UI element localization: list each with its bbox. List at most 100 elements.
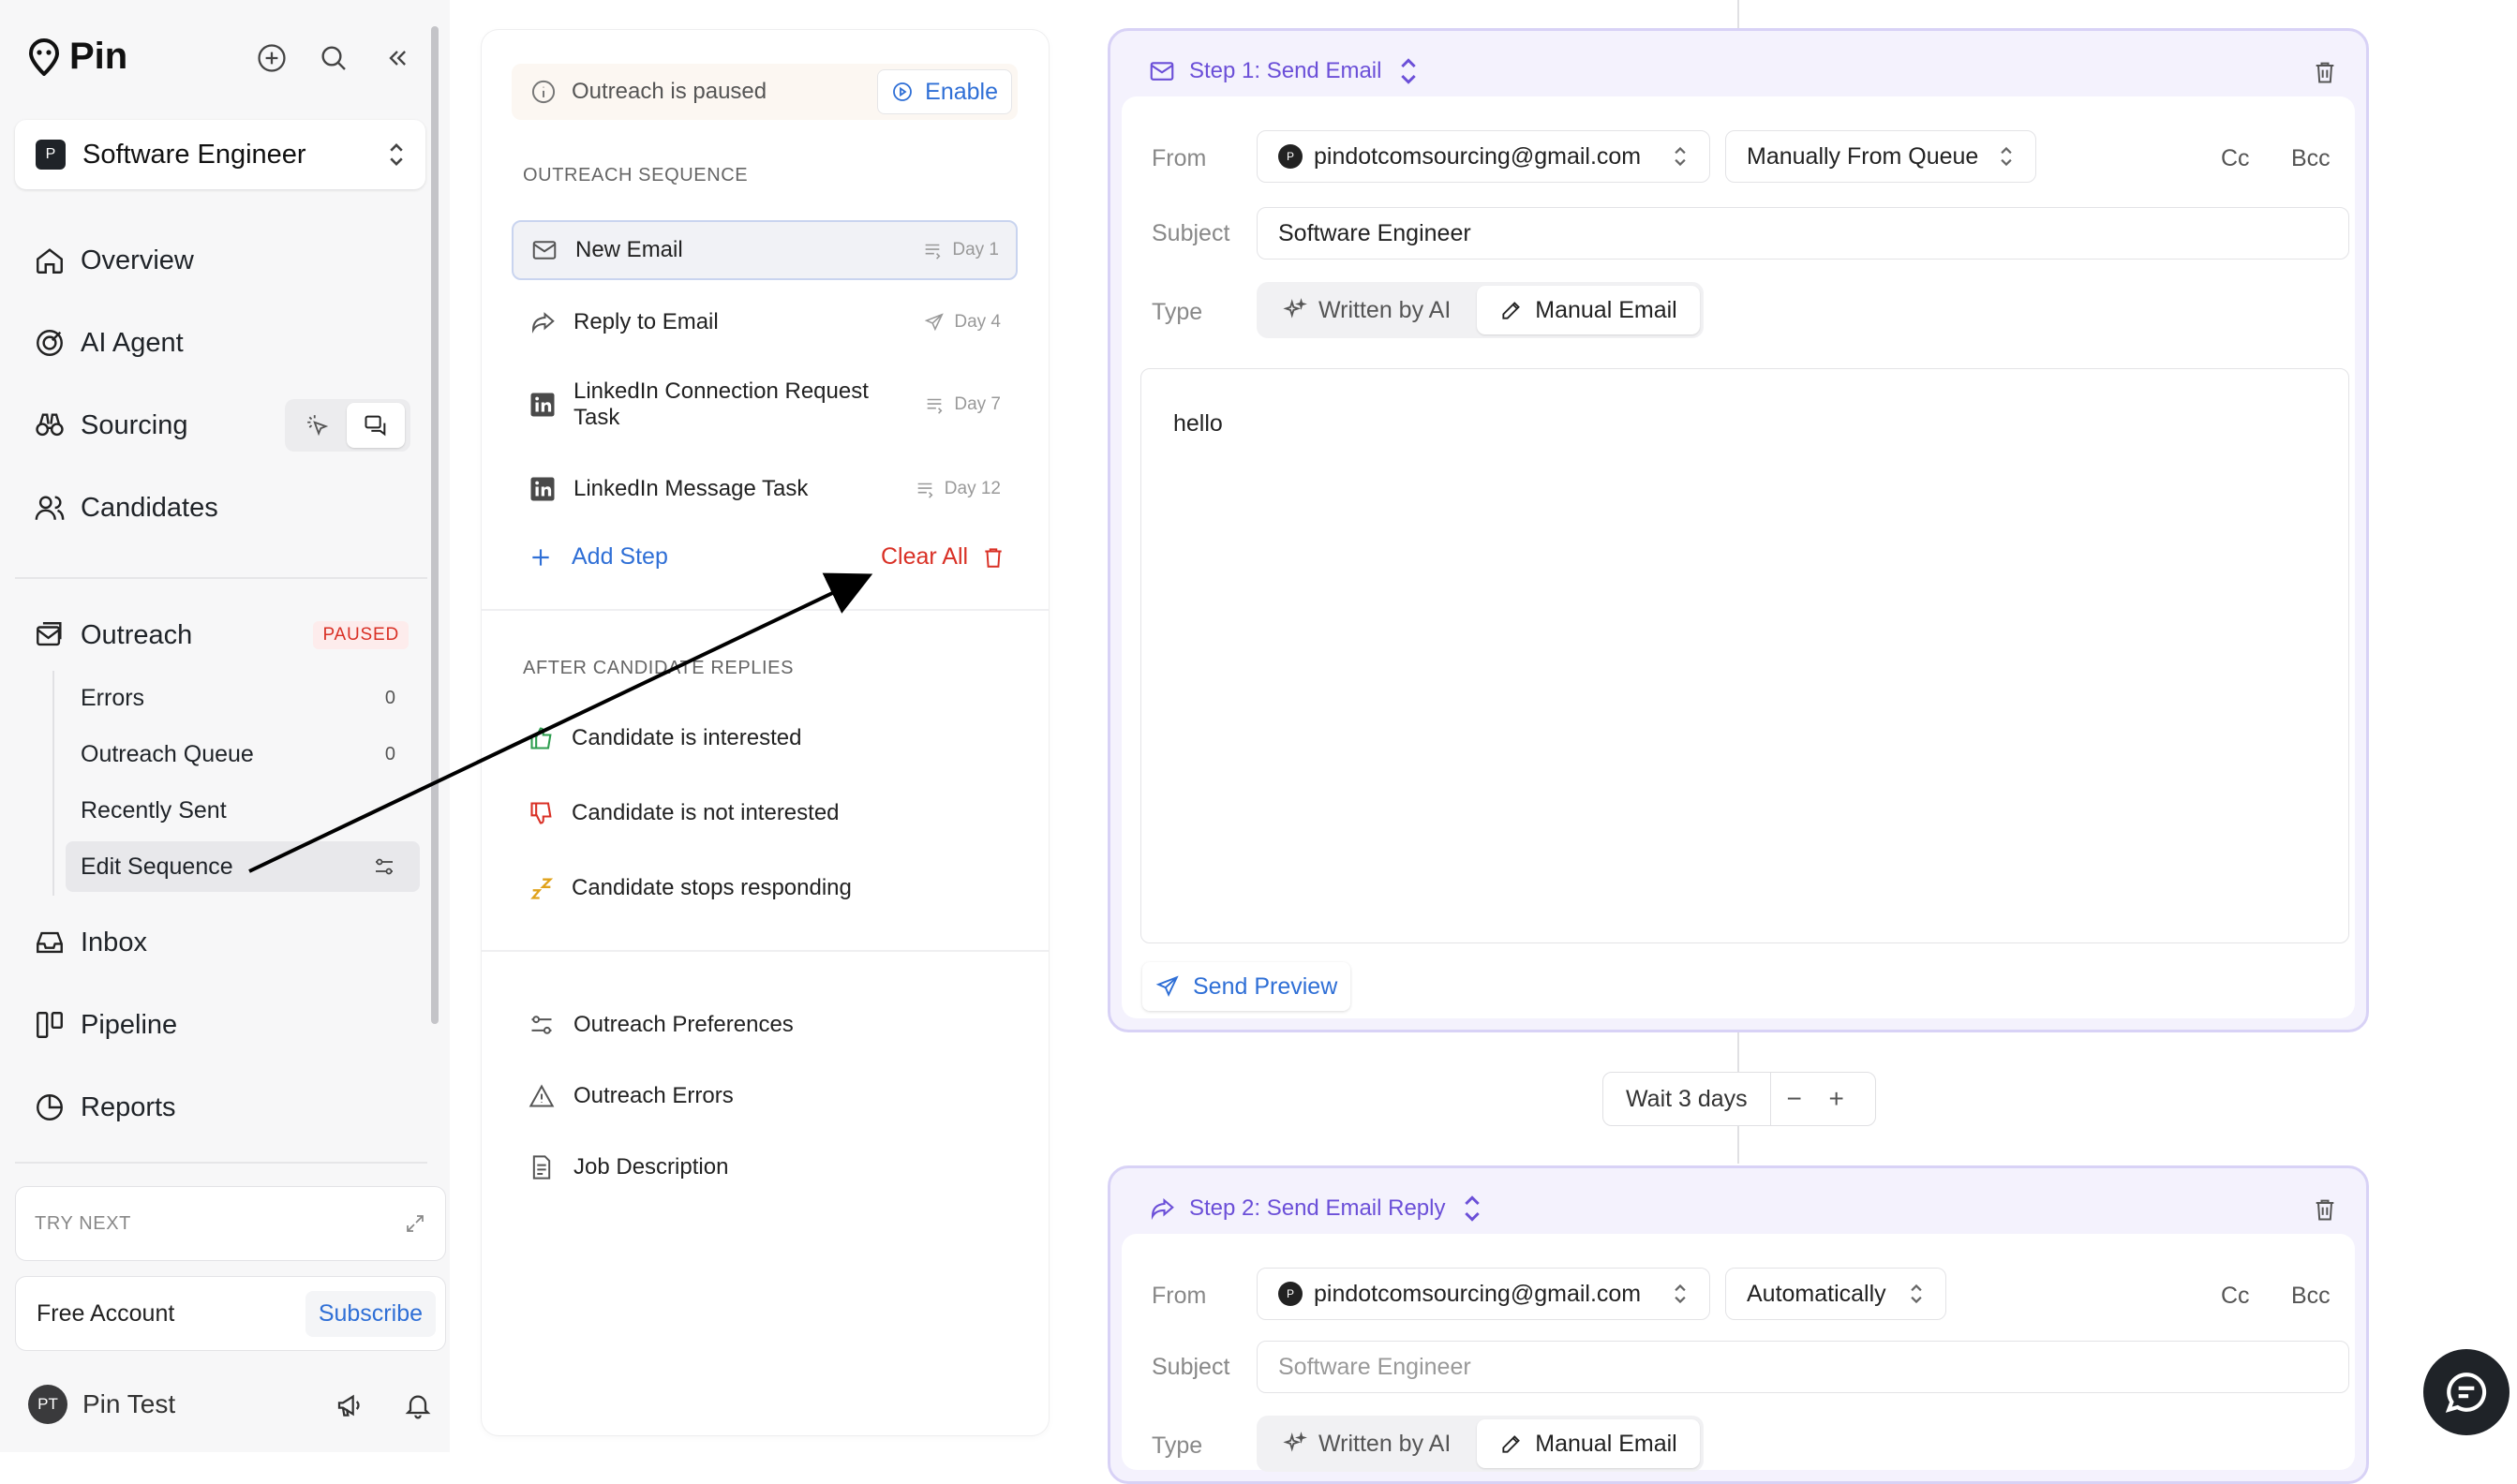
sidebar-scrollbar[interactable] xyxy=(431,26,439,1024)
decrease-wait-button[interactable]: − xyxy=(1771,1084,1818,1114)
sourcing-chat-mode-button[interactable] xyxy=(347,403,405,448)
step2-title: Step 2: Send Email Reply xyxy=(1189,1195,1446,1221)
type-label: Type xyxy=(1152,1432,1203,1459)
new-button[interactable] xyxy=(251,37,292,79)
bcc-button[interactable]: Bcc xyxy=(2291,1283,2331,1310)
subnav-edit-sequence[interactable]: Edit Sequence xyxy=(66,841,420,892)
reply-stops-responding[interactable]: Candidate stops responding xyxy=(529,875,852,901)
sequence-step[interactable]: LinkedIn Message Task Day 12 xyxy=(512,459,1018,519)
from-label: From xyxy=(1152,1283,1207,1309)
account-avatar: P xyxy=(1278,1282,1303,1306)
sequence-panel: Outreach is paused Enable OUTREACH SEQUE… xyxy=(482,30,1049,1435)
account-avatar: P xyxy=(1278,144,1303,169)
nav-ai-agent[interactable]: AI Agent xyxy=(34,317,184,369)
user-profile[interactable]: PT Pin Test xyxy=(28,1385,175,1424)
reply-icon xyxy=(1151,1197,1174,1221)
send-mode-select[interactable]: Automatically xyxy=(1725,1268,1946,1320)
increase-wait-button[interactable]: + xyxy=(1818,1084,1855,1114)
nav-candidates[interactable]: Candidates xyxy=(34,482,218,534)
delete-step-icon[interactable] xyxy=(2312,1196,2338,1223)
project-selector[interactable]: P Software Engineer xyxy=(15,120,425,189)
send-icon xyxy=(925,313,945,332)
plus-icon xyxy=(532,548,549,566)
sequence-step[interactable]: Reply to Email Day 4 xyxy=(512,292,1018,352)
notifications-button[interactable] xyxy=(397,1385,439,1426)
search-button[interactable] xyxy=(313,37,354,79)
step-label: New Email xyxy=(575,237,683,262)
step-label: LinkedIn Message Task xyxy=(573,476,809,501)
subnav-errors[interactable]: Errors 0 xyxy=(66,673,420,723)
nav-outreach[interactable]: Outreach PAUSED xyxy=(34,609,409,661)
written-by-ai-option[interactable]: Written by AI xyxy=(1260,286,1473,334)
reply-label: Candidate stops responding xyxy=(572,875,852,900)
subnav-label: Outreach Queue xyxy=(81,740,254,767)
chat-icon xyxy=(365,415,386,437)
util-label: Job Description xyxy=(573,1154,729,1180)
trash-icon xyxy=(985,547,1002,568)
info-icon xyxy=(531,80,556,104)
warning-icon xyxy=(529,1084,555,1107)
bcc-button[interactable]: Bcc xyxy=(2291,145,2331,172)
support-chat-button[interactable] xyxy=(2423,1349,2510,1435)
from-select[interactable]: P pindotcomsourcing@gmail.com xyxy=(1257,1268,1710,1320)
sequence-step[interactable]: New Email Day 1 xyxy=(512,220,1018,280)
expand-icon xyxy=(407,1215,424,1232)
nav-inbox[interactable]: Inbox xyxy=(34,916,147,969)
subject-input[interactable]: Software Engineer xyxy=(1257,1341,2349,1393)
nav-outreach-label: Outreach xyxy=(81,619,193,650)
job-description-link[interactable]: Job Description xyxy=(529,1154,728,1180)
nav-reports[interactable]: Reports xyxy=(34,1081,176,1134)
send-preview-button[interactable]: Send Preview xyxy=(1142,962,1351,1011)
nav-overview-label: Overview xyxy=(81,245,194,275)
step1-title-dropdown[interactable]: Step 1: Send Email xyxy=(1148,57,1422,85)
manual-email-option[interactable]: Manual Email xyxy=(1477,286,1700,334)
pencil-icon xyxy=(1502,302,1521,319)
cc-button[interactable]: Cc xyxy=(2221,145,2250,172)
linkedin-icon xyxy=(530,477,555,501)
outreach-preferences-link[interactable]: Outreach Preferences xyxy=(529,1012,794,1038)
subscribe-button[interactable]: Subscribe xyxy=(305,1290,436,1337)
clear-all-button[interactable]: Clear All xyxy=(881,543,1005,571)
step2-card: Step 2: Send Email Reply From P pindotco… xyxy=(1108,1165,2369,1484)
text-lines-icon xyxy=(928,398,943,414)
add-step-button[interactable]: Add Step xyxy=(529,543,668,571)
reply-not-interested[interactable]: Candidate is not interested xyxy=(529,800,840,826)
nav-pipeline-label: Pipeline xyxy=(81,1009,178,1040)
outreach-errors-link[interactable]: Outreach Errors xyxy=(529,1083,734,1109)
reply-interested[interactable]: Candidate is interested xyxy=(529,725,801,751)
step2-title-dropdown[interactable]: Step 2: Send Email Reply xyxy=(1148,1195,1486,1223)
send-mode-select[interactable]: Manually From Queue xyxy=(1725,130,2036,183)
user-avatar: PT xyxy=(28,1385,67,1424)
step-day-label: Day 4 xyxy=(954,312,1001,332)
subject-input[interactable]: Software Engineer xyxy=(1257,207,2349,260)
sparkles-icon xyxy=(1283,1432,1307,1452)
sidebar-divider xyxy=(15,577,427,579)
email-body-editor[interactable]: hello xyxy=(1140,368,2349,943)
delete-step-icon[interactable] xyxy=(2312,59,2338,85)
manual-email-option[interactable]: Manual Email xyxy=(1477,1419,1700,1468)
announcements-button[interactable] xyxy=(330,1385,371,1426)
step-day-label: Day 12 xyxy=(944,479,1001,498)
after-replies-heading: AFTER CANDIDATE REPLIES xyxy=(523,658,795,678)
util-label: Outreach Preferences xyxy=(573,1012,794,1037)
cc-button[interactable]: Cc xyxy=(2221,1283,2250,1310)
collapse-sidebar-button[interactable] xyxy=(377,37,418,79)
subnav-recently-sent[interactable]: Recently Sent xyxy=(66,785,420,836)
step-label: Reply to Email xyxy=(573,309,719,334)
sourcing-click-mode-button[interactable] xyxy=(289,403,347,448)
from-select[interactable]: P pindotcomsourcing@gmail.com xyxy=(1257,130,1710,183)
try-next-card[interactable]: TRY NEXT xyxy=(15,1186,446,1261)
subnav-outreach-queue[interactable]: Outreach Queue 0 xyxy=(66,729,420,779)
send-mode-value: Manually From Queue xyxy=(1747,142,1979,170)
nav-sourcing[interactable]: Sourcing xyxy=(34,399,187,452)
enable-button[interactable]: Enable xyxy=(877,69,1012,114)
sequence-step[interactable]: LinkedIn Connection Request Task Day 7 xyxy=(512,365,1018,444)
app-logo[interactable]: Pin xyxy=(28,36,127,78)
account-card: Free Account Subscribe xyxy=(15,1276,446,1351)
target-sparkle-icon xyxy=(37,330,63,356)
nav-pipeline[interactable]: Pipeline xyxy=(34,999,177,1051)
written-by-ai-option[interactable]: Written by AI xyxy=(1260,1419,1473,1468)
nav-overview[interactable]: Overview xyxy=(34,234,194,287)
thumbs-down-icon xyxy=(530,802,552,824)
nav-reports-label: Reports xyxy=(81,1091,176,1122)
